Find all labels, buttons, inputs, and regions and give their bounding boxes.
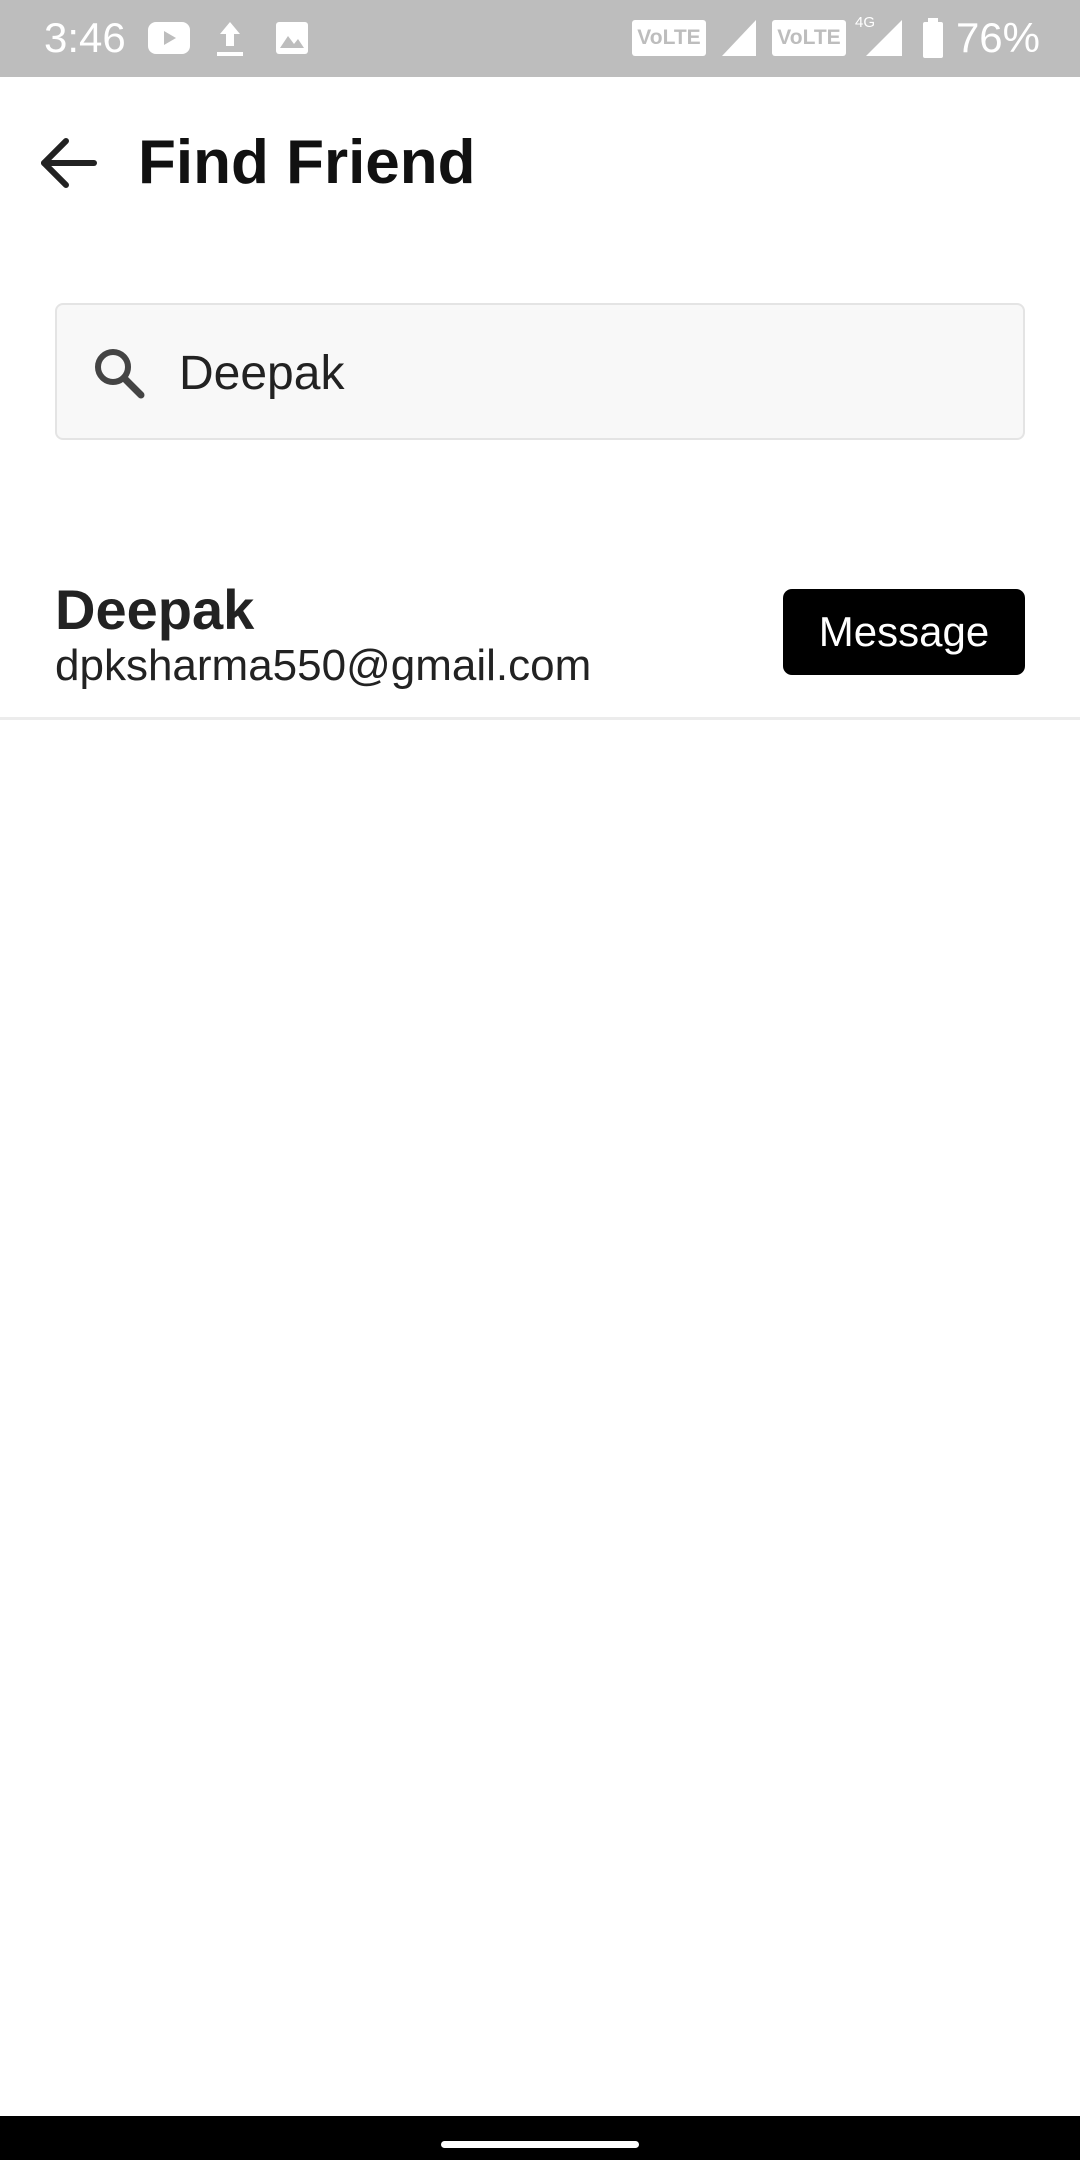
back-button[interactable] <box>30 125 106 201</box>
image-icon <box>276 22 308 54</box>
battery-icon <box>923 18 943 58</box>
youtube-icon <box>148 22 190 54</box>
search-icon <box>95 349 145 399</box>
friend-email: dpksharma550@gmail.com <box>55 641 592 690</box>
search-box[interactable] <box>55 303 1025 440</box>
search-input[interactable] <box>179 335 999 411</box>
friend-name: Deepak <box>55 578 255 641</box>
message-button[interactable]: Message <box>783 589 1025 675</box>
volte-icon: VoLTE <box>632 20 706 56</box>
screen: 3:46 VoLTE VoLTE 4G 76% Find Friend Deep… <box>0 0 1080 2160</box>
arrow-back-icon <box>41 138 97 188</box>
signal-4g-icon <box>866 20 902 56</box>
battery-percentage: 76% <box>955 14 1040 61</box>
upload-icon <box>217 22 243 56</box>
status-bar: 3:46 VoLTE VoLTE 4G 76% <box>0 0 1080 77</box>
volte-icon: VoLTE <box>772 20 846 56</box>
signal-icon <box>722 20 756 56</box>
app-bar: Find Friend <box>0 77 1080 247</box>
page-title: Find Friend <box>138 128 476 197</box>
navigation-bar <box>0 2116 1080 2160</box>
home-gesture-handle[interactable] <box>441 2141 639 2148</box>
list-item[interactable]: Deepak dpksharma550@gmail.com Message <box>0 560 1080 720</box>
status-time: 3:46 <box>44 14 126 61</box>
